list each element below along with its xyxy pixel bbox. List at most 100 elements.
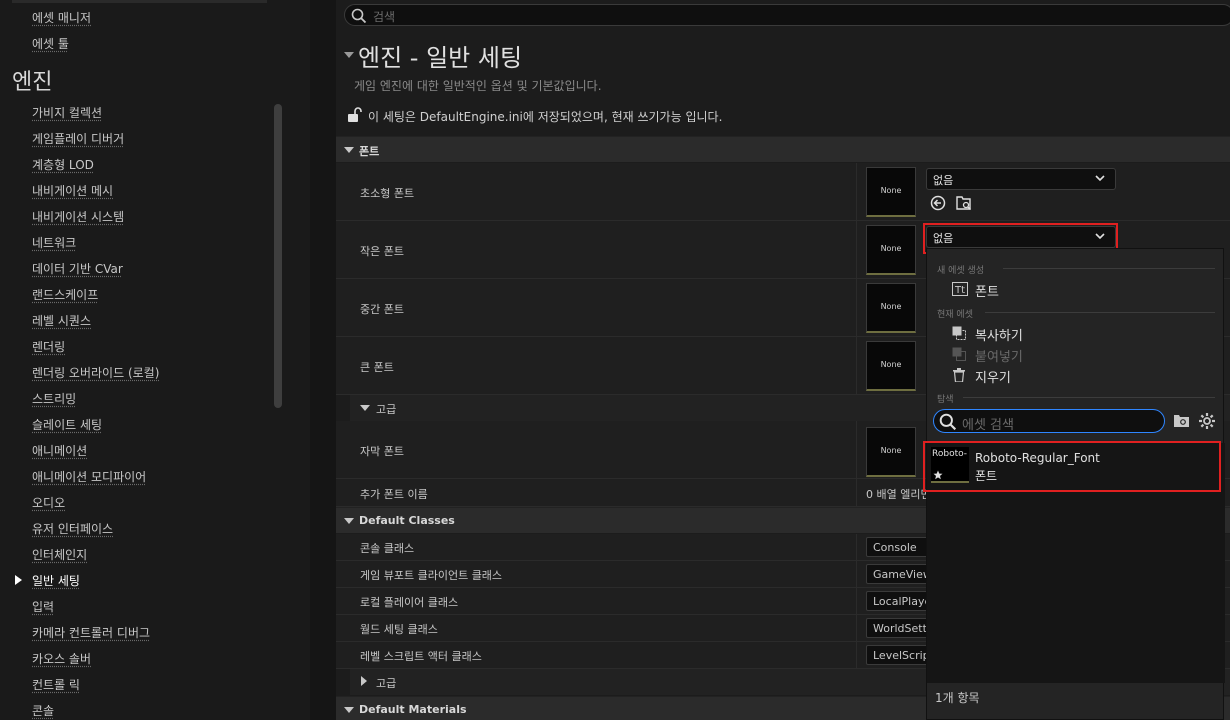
menu-separator xyxy=(1003,268,1215,269)
sidebar-item[interactable]: 네트워크 xyxy=(32,234,76,251)
menu-item-copy[interactable]: 복사하기 xyxy=(975,325,1023,344)
advanced-label: 고급 xyxy=(376,403,397,416)
class-value: Console xyxy=(873,541,917,554)
sidebar-item[interactable]: 스트리밍 xyxy=(32,390,76,407)
settings-search-input[interactable]: 검색 xyxy=(344,4,1230,26)
chevron-down-icon xyxy=(1095,175,1105,182)
sidebar-item[interactable]: 카메라 컨트롤러 디버그 xyxy=(32,624,150,641)
menu-group-create: 새 에셋 생성 xyxy=(937,266,985,276)
config-lock-note: 이 세팅은 DefaultEngine.ini에 저장되었으며, 현재 쓰기가능… xyxy=(368,110,723,124)
splitter[interactable] xyxy=(310,0,336,720)
menu-item-clear[interactable]: 지우기 xyxy=(975,367,1011,386)
property-label: 월드 세팅 클래스 xyxy=(360,623,438,636)
page-subtitle: 게임 엔진에 대한 일반적인 옵션 및 기본값입니다. xyxy=(354,79,602,93)
asset-thumbnail[interactable]: None xyxy=(866,341,916,391)
sidebar-item-asset-manager[interactable]: 에셋 매니저 xyxy=(32,9,91,26)
collapse-title-icon[interactable] xyxy=(344,52,354,58)
sidebar-item[interactable]: 랜드스케이프 xyxy=(32,286,98,303)
column-divider xyxy=(856,421,857,478)
sidebar-item[interactable]: 레벨 시퀀스 xyxy=(32,312,91,329)
combo-value: 없음 xyxy=(933,174,954,187)
active-arrow-icon xyxy=(15,575,22,585)
paste-icon xyxy=(952,347,966,361)
column-divider xyxy=(856,221,857,278)
asset-thumbnail[interactable]: None xyxy=(866,427,916,477)
sidebar-item[interactable]: 내비게이션 시스템 xyxy=(32,208,124,225)
property-label: 로컬 플레이어 클래스 xyxy=(360,596,459,609)
sidebar-item[interactable]: 렌더링 xyxy=(32,338,65,355)
column-divider xyxy=(856,337,857,394)
menu-item-create-font[interactable]: 폰트 xyxy=(975,281,999,300)
search-placeholder: 에셋 검색 xyxy=(962,418,1014,433)
browse-back-icon[interactable] xyxy=(930,195,946,211)
page-title: 엔진 - 일반 세팅 xyxy=(358,44,523,72)
thumbnail-label: None xyxy=(880,360,902,369)
sidebar-item[interactable]: 인터체인지 xyxy=(32,546,87,563)
sidebar-item[interactable]: 게임플레이 디버거 xyxy=(32,130,124,147)
sidebar-item[interactable]: 콘솔 xyxy=(32,702,54,719)
thumbnail-label: None xyxy=(880,186,902,195)
asset-thumbnail[interactable]: None xyxy=(866,167,916,217)
sidebar-top-scrollbar[interactable] xyxy=(12,0,267,3)
property-label: 작은 폰트 xyxy=(360,245,404,258)
sidebar-item[interactable]: 컨트롤 릭 xyxy=(32,676,80,693)
sidebar-item[interactable]: 입력 xyxy=(32,598,54,615)
browse-folder-icon[interactable] xyxy=(955,194,973,212)
sidebar-item[interactable]: 렌더링 오버라이드 (로컬) xyxy=(32,364,159,381)
sidebar-item[interactable]: 가비지 컬렉션 xyxy=(32,104,102,121)
svg-text:Tt: Tt xyxy=(954,285,965,296)
column-divider xyxy=(856,561,857,587)
menu-group-current: 현재 에셋 xyxy=(937,310,973,320)
advanced-label: 고급 xyxy=(376,677,397,690)
sidebar-item[interactable]: 슬레이트 세팅 xyxy=(32,416,102,433)
item-count: 1개 항목 xyxy=(935,691,980,705)
sidebar-item-asset-tools[interactable]: 에셋 툴 xyxy=(32,35,69,52)
sidebar-item[interactable]: 카오스 솔버 xyxy=(32,650,91,667)
property-label: 추가 폰트 이름 xyxy=(360,488,428,501)
sidebar-item[interactable]: 일반 세팅 xyxy=(32,572,80,589)
thumbnail-label: None xyxy=(880,446,902,455)
sidebar-item[interactable]: 애니메이션 xyxy=(32,442,87,459)
property-label: 중간 폰트 xyxy=(360,303,404,316)
sidebar-scrollbar[interactable] xyxy=(274,104,282,408)
sidebar-item[interactable]: 내비게이션 메시 xyxy=(32,182,113,199)
asset-thumbnail[interactable]: None xyxy=(866,283,916,333)
sidebar-item[interactable]: 유저 인터페이스 xyxy=(32,520,113,537)
search-icon xyxy=(351,8,367,24)
property-label: 게임 뷰포트 클라이언트 클래스 xyxy=(360,569,503,582)
section-label: Default Materials xyxy=(359,703,467,716)
asset-thumbnail[interactable]: None xyxy=(866,225,916,275)
column-divider xyxy=(856,588,857,614)
column-divider xyxy=(856,279,857,336)
property-label: 레벨 스크립트 액터 클래스 xyxy=(360,650,482,663)
menu-item-paste: 붙여넣기 xyxy=(975,350,1023,365)
folder-search-icon[interactable] xyxy=(1173,413,1191,429)
column-divider xyxy=(856,163,857,220)
sidebar-heading-engine: 엔진 xyxy=(12,70,53,95)
asset-search-input[interactable]: 에셋 검색 xyxy=(933,409,1165,433)
sidebar-item[interactable]: 데이터 기반 CVar xyxy=(32,260,123,277)
font-asset-icon: Tt xyxy=(952,282,968,296)
search-icon xyxy=(939,413,957,431)
column-divider xyxy=(856,479,857,506)
thumbnail-label: None xyxy=(880,302,902,311)
section-header-fonts[interactable]: 폰트 xyxy=(336,136,1230,162)
settings-gear-icon[interactable] xyxy=(1198,412,1216,430)
property-label: 큰 폰트 xyxy=(360,361,394,374)
section-label: 폰트 xyxy=(359,145,380,158)
property-row-tiny-font: 초소형 폰트 None 없음 xyxy=(336,163,1230,221)
property-label: 자막 폰트 xyxy=(360,445,404,458)
copy-icon xyxy=(952,326,966,340)
property-label: 초소형 폰트 xyxy=(360,187,415,200)
menu-separator xyxy=(985,312,1215,313)
column-divider xyxy=(856,615,857,641)
sidebar-item[interactable]: 계층형 LOD xyxy=(32,156,94,173)
column-divider xyxy=(856,534,857,560)
asset-picker-combo[interactable]: 없음 xyxy=(926,168,1116,190)
column-divider xyxy=(856,642,857,668)
sidebar-item[interactable]: 오디오 xyxy=(32,494,65,511)
collapse-icon xyxy=(344,147,354,153)
collapse-icon xyxy=(344,518,354,524)
sidebar-item[interactable]: 애니메이션 모디파이어 xyxy=(32,468,146,485)
menu-group-browse: 탐색 xyxy=(937,395,954,405)
